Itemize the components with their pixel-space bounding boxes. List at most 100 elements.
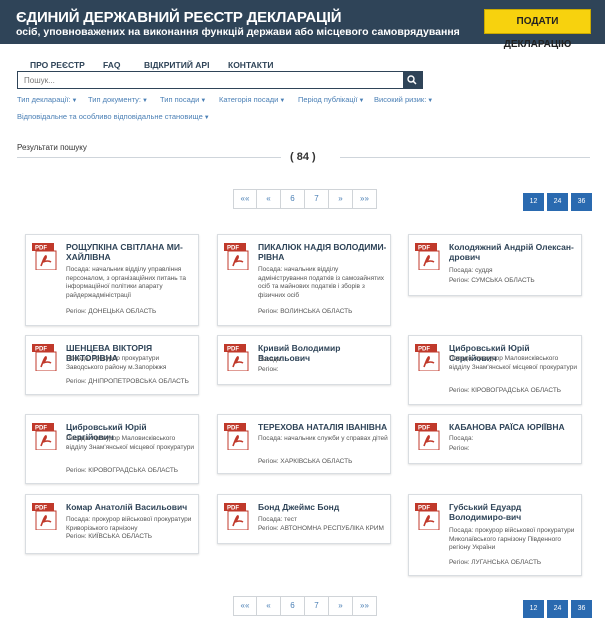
caret-down-icon: ▼ — [142, 98, 148, 104]
declarant-name[interactable]: Бонд Джеймс Бонд — [258, 502, 388, 512]
declarant-region: Регіон: — [258, 366, 279, 373]
pdf-icon: PDF — [32, 344, 57, 371]
declaration-card[interactable]: PDF Цибровський Юрій Сергійович Посада: … — [408, 335, 582, 405]
declaration-card[interactable]: PDF Кривий Володимир Васильович Посада: … — [217, 335, 391, 385]
pdf-icon: PDF — [415, 243, 440, 270]
page-6[interactable]: 6 — [281, 596, 305, 616]
declarant-position: Посада: прокурор військової прокуратури … — [449, 527, 575, 551]
pdf-icon: PDF — [415, 423, 440, 450]
filter-responsible-position[interactable]: Відповідальне та особливо відповідальне … — [17, 112, 210, 121]
declarant-position: Посада: — [258, 356, 283, 363]
search-input[interactable] — [18, 72, 404, 88]
page-6[interactable]: 6 — [281, 189, 305, 209]
declaration-card[interactable]: PDF КАБАНОВА РАЇСА ЮРІЇВНА Посада: Регіо… — [408, 414, 582, 464]
declarant-position: Посада: начальник відділу управління пер… — [66, 266, 186, 299]
declarant-region: Регіон: СУМСЬКА ОБЛАСТЬ — [449, 277, 535, 284]
filter-document-type[interactable]: Тип документу:▼ — [88, 95, 148, 104]
declarant-region: Регіон: ВОЛИНСЬКА ОБЛАСТЬ — [258, 308, 353, 315]
declarant-region: Регіон: ХАРКІВСЬКА ОБЛАСТЬ — [258, 458, 353, 465]
page-next[interactable]: » — [329, 596, 353, 616]
declaration-card[interactable]: PDF Комар Анатолій Васильович Посада: пр… — [25, 494, 199, 554]
pagination-top: «« « 6 7 » »» — [233, 189, 377, 209]
declarant-name[interactable]: ТЕРЕХОВА НАТАЛІЯ ІВАНІВНА — [258, 422, 388, 432]
declarant-region: Регіон: КІРОВОГРАДСЬКА ОБЛАСТЬ — [66, 467, 179, 474]
page-prev[interactable]: « — [257, 596, 281, 616]
page-size-24[interactable]: 24 — [547, 193, 568, 211]
caret-down-icon: ▼ — [203, 115, 210, 121]
divider — [17, 157, 281, 158]
declaration-card[interactable]: PDF РОЩУПКІНА СВІТЛАНА МИ-ХАЙЛІВНА Посад… — [25, 234, 199, 326]
submit-declaration-button[interactable]: ПОДАТИ ДЕКЛАРАЦІЮ — [484, 9, 591, 50]
declaration-card[interactable]: PDF Губський Едуард Володимиро-вич Посад… — [408, 494, 582, 576]
declarant-name[interactable]: РОЩУПКІНА СВІТЛАНА МИ-ХАЙЛІВНА — [66, 242, 196, 262]
declarant-region: Регіон: АВТОНОМНА РЕСПУБЛІКА КРИМ — [258, 525, 384, 532]
declarant-name[interactable]: Губський Едуард Володимиро-вич — [449, 502, 579, 522]
nav-faq[interactable]: FAQ — [103, 60, 120, 70]
page-size-12[interactable]: 12 — [523, 193, 544, 211]
page-prev[interactable]: « — [257, 189, 281, 209]
nav-open-api[interactable]: ВІДКРИТИЙ API — [144, 60, 209, 70]
declaration-card[interactable]: PDF ПИКАЛЮК НАДІЯ ВОЛОДИМИ-РІВНА Посада:… — [217, 234, 391, 326]
declarant-name[interactable]: Колодяжний Андрій Олексан-дрович — [449, 242, 579, 262]
declarant-name[interactable]: ПИКАЛЮК НАДІЯ ВОЛОДИМИ-РІВНА — [258, 242, 388, 262]
divider — [340, 157, 590, 158]
declarant-name[interactable]: Комар Анатолій Васильович — [66, 502, 196, 512]
page-size-24[interactable]: 24 — [547, 600, 568, 618]
page-first[interactable]: «« — [233, 189, 257, 209]
caret-down-icon: ▼ — [358, 98, 365, 104]
declaration-card[interactable]: PDF Цибровський Юрій Сергійович Посада: … — [25, 414, 199, 484]
declarant-region: Регіон: ЛУГАНСЬКА ОБЛАСТЬ — [449, 559, 542, 566]
declarant-region: Регіон: — [449, 445, 470, 452]
caret-down-icon: ▼ — [71, 98, 78, 104]
declarant-position: Посада: прокурор військової прокуратури … — [66, 516, 192, 532]
pagination-bottom: «« « 6 7 » »» — [233, 596, 377, 616]
page-last[interactable]: »» — [353, 596, 377, 616]
page-first[interactable]: «« — [233, 596, 257, 616]
declarant-position: Посада: прокурор прокуратури Заводського… — [66, 355, 167, 371]
caret-down-icon: ▼ — [279, 98, 286, 104]
pdf-icon: PDF — [224, 243, 249, 270]
page-7[interactable]: 7 — [305, 596, 329, 616]
declarant-position: Посада: суддя — [449, 267, 493, 274]
declarant-position: Посада: прокурор Маловисківського відділ… — [449, 355, 577, 371]
declarant-position: Посада: прокурор Маловисківського відділ… — [66, 435, 194, 451]
search-icon — [407, 75, 417, 85]
declaration-card[interactable]: PDF ТЕРЕХОВА НАТАЛІЯ ІВАНІВНА Посада: на… — [217, 414, 391, 474]
caret-down-icon: ▼ — [427, 98, 434, 104]
filter-position-type[interactable]: Тип посади▼ — [160, 95, 206, 104]
page-size-bottom: 12 24 36 — [523, 600, 592, 618]
page-size-36[interactable]: 36 — [571, 600, 592, 618]
site-subtitle: осіб, уповноважених на виконання функцій… — [16, 26, 460, 38]
declarant-region: Регіон: КІРОВОГРАДСЬКА ОБЛАСТЬ — [449, 387, 562, 394]
page-last[interactable]: »» — [353, 189, 377, 209]
declarant-region: Регіон: ДОНЕЦЬКА ОБЛАСТЬ — [66, 308, 157, 315]
declarant-region: Регіон: КИЇВСЬКА ОБЛАСТЬ — [66, 533, 153, 540]
filter-declaration-type[interactable]: Тип декларації:▼ — [17, 95, 77, 104]
filter-publication-period[interactable]: Період публікації▼ — [298, 95, 364, 104]
declaration-card[interactable]: PDF Бонд Джеймс Бонд Посада: тест Регіон… — [217, 494, 391, 544]
nav-contacts[interactable]: КОНТАКТИ — [228, 60, 273, 70]
site-header: ЄДИНИЙ ДЕРЖАВНИЙ РЕЄСТР ДЕКЛАРАЦІЙ осіб,… — [0, 0, 605, 50]
filter-high-risk[interactable]: Високий ризик:▼ — [374, 95, 433, 104]
pdf-icon: PDF — [224, 423, 249, 450]
pdf-icon: PDF — [32, 503, 57, 530]
pdf-icon: PDF — [32, 423, 57, 450]
declarant-region: Регіон: ДНІПРОПЕТРОВСЬКА ОБЛАСТЬ — [66, 378, 189, 385]
page-size-36[interactable]: 36 — [571, 193, 592, 211]
results-label: Результати пошуку — [17, 143, 87, 152]
declarant-name[interactable]: КАБАНОВА РАЇСА ЮРІЇВНА — [449, 422, 579, 432]
pdf-icon: PDF — [32, 243, 57, 270]
declaration-card[interactable]: PDF ШЕНЦЕВА ВІКТОРІЯ ВІКТОРІВНА Посада: … — [25, 335, 199, 395]
search-button[interactable] — [403, 72, 422, 88]
caret-down-icon: ▼ — [200, 98, 207, 104]
pdf-icon: PDF — [224, 344, 249, 371]
page-7[interactable]: 7 — [305, 189, 329, 209]
page-size-12[interactable]: 12 — [523, 600, 544, 618]
page-next[interactable]: » — [329, 189, 353, 209]
filter-position-category[interactable]: Категорія посади▼ — [219, 95, 285, 104]
declarant-position: Посада: — [449, 435, 474, 442]
declaration-card[interactable]: PDF Колодяжний Андрій Олексан-дрович Пос… — [408, 234, 582, 296]
results-count: ( 84 ) — [290, 151, 316, 163]
nav-about[interactable]: ПРО РЕЄСТР — [30, 60, 85, 70]
search-bar — [17, 71, 423, 89]
